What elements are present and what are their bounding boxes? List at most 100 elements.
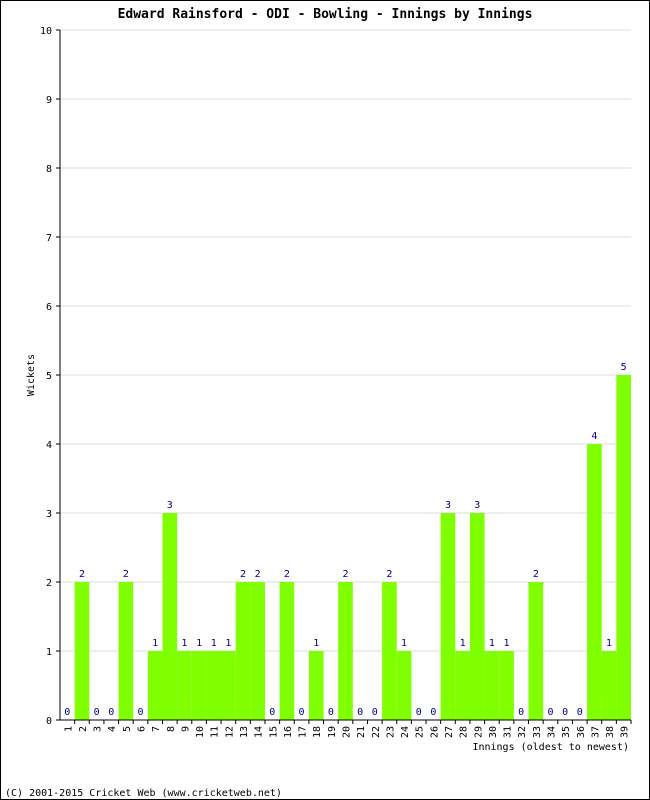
x-tick-label: 21: [356, 726, 367, 738]
data-label: 0: [108, 707, 114, 718]
x-tick-label: 32: [517, 726, 528, 738]
bar: [587, 444, 602, 720]
data-label: 0: [94, 707, 100, 718]
data-label: 0: [577, 707, 583, 718]
bar: [177, 651, 192, 720]
x-tick-label: 8: [166, 726, 177, 732]
data-label: 0: [416, 707, 422, 718]
data-label: 2: [255, 569, 261, 580]
footer-copyright: (C) 2001-2015 Cricket Web (www.cricketwe…: [5, 788, 282, 799]
bar: [484, 651, 500, 720]
x-tick-label: 24: [400, 726, 411, 738]
y-axis-label: Wickets: [26, 354, 37, 396]
x-tick-label: 9: [180, 726, 191, 732]
x-tick-label: 16: [283, 726, 294, 738]
bar: [455, 651, 470, 720]
bar: [221, 651, 236, 720]
x-tick-label: 3: [93, 726, 104, 732]
data-label: 1: [196, 638, 202, 649]
x-tick-label: 20: [342, 726, 353, 738]
bar: [382, 582, 397, 720]
y-tick-label: 10: [40, 26, 52, 37]
data-label: 0: [518, 707, 524, 718]
bar: [616, 375, 631, 720]
x-tick-label: 17: [298, 726, 309, 738]
data-label: 0: [328, 707, 334, 718]
x-tick-label: 26: [429, 726, 440, 738]
bar-chart: Edward Rainsford - ODI - Bowling - Innin…: [5, 7, 632, 799]
x-tick-label: 23: [385, 726, 396, 738]
x-tick-label: 2: [78, 726, 89, 732]
x-tick-label: 15: [268, 726, 279, 738]
bar: [118, 582, 134, 720]
data-label: 0: [64, 707, 70, 718]
x-tick-label: 1: [63, 726, 74, 732]
bar: [499, 651, 514, 720]
bar: [206, 651, 222, 720]
data-label: 0: [547, 707, 553, 718]
x-tick-label: 13: [239, 726, 250, 738]
bar: [279, 582, 295, 720]
x-tick-label: 25: [415, 726, 426, 738]
x-tick-label: 12: [224, 726, 235, 738]
bar: [235, 582, 251, 720]
x-tick-label: 34: [546, 726, 557, 738]
y-tick-label: 0: [46, 716, 52, 727]
x-tick-label: 4: [107, 726, 118, 732]
x-tick-label: 37: [590, 726, 601, 738]
data-label: 0: [430, 707, 436, 718]
bar: [74, 582, 90, 720]
bar: [250, 582, 265, 720]
y-tick-label: 9: [46, 95, 52, 106]
y-tick-label: 1: [46, 647, 52, 658]
bar: [191, 651, 207, 720]
data-label: 0: [269, 707, 275, 718]
data-label: 2: [123, 569, 129, 580]
data-label: 5: [621, 362, 627, 373]
data-label: 2: [240, 569, 246, 580]
data-label: 2: [533, 569, 539, 580]
y-tick-label: 5: [46, 371, 52, 382]
x-tick-label: 5: [122, 726, 133, 732]
x-tick-label: 19: [327, 726, 338, 738]
x-tick-label: 29: [473, 726, 484, 738]
data-label: 1: [313, 638, 319, 649]
bar: [528, 582, 544, 720]
y-tick-label: 2: [46, 578, 52, 589]
data-label: 1: [211, 638, 217, 649]
chart-title: Edward Rainsford - ODI - Bowling - Innin…: [118, 7, 533, 22]
data-label: 0: [299, 707, 305, 718]
x-tick-label: 36: [576, 726, 587, 738]
x-tick-label: 28: [459, 726, 470, 738]
bar: [162, 513, 178, 720]
x-tick-label: 18: [312, 726, 323, 738]
data-label: 2: [284, 569, 290, 580]
bar: [469, 513, 485, 720]
bar: [440, 513, 456, 720]
x-tick-label: 10: [195, 726, 206, 738]
x-tick-label: 35: [561, 726, 572, 738]
bar: [601, 651, 617, 720]
x-axis-label: Innings (oldest to newest): [472, 742, 629, 753]
data-label: 0: [357, 707, 363, 718]
data-label: 1: [401, 638, 407, 649]
data-label: 2: [386, 569, 392, 580]
data-label: 3: [167, 500, 173, 511]
y-tick-label: 7: [46, 233, 52, 244]
data-label: 1: [504, 638, 510, 649]
data-label: 0: [562, 707, 568, 718]
data-label: 3: [445, 500, 451, 511]
x-tick-label: 39: [620, 726, 631, 738]
x-tick-label: 7: [151, 726, 162, 732]
x-tick-label: 31: [503, 726, 514, 738]
bar: [147, 651, 163, 720]
x-tick-label: 33: [532, 726, 543, 738]
data-label: 0: [138, 707, 144, 718]
data-label: 0: [372, 707, 378, 718]
x-tick-label: 11: [210, 726, 221, 738]
data-label: 2: [79, 569, 85, 580]
data-label: 1: [181, 638, 187, 649]
x-tick-label: 6: [137, 726, 148, 732]
data-label: 3: [474, 500, 480, 511]
bar: [308, 651, 324, 720]
